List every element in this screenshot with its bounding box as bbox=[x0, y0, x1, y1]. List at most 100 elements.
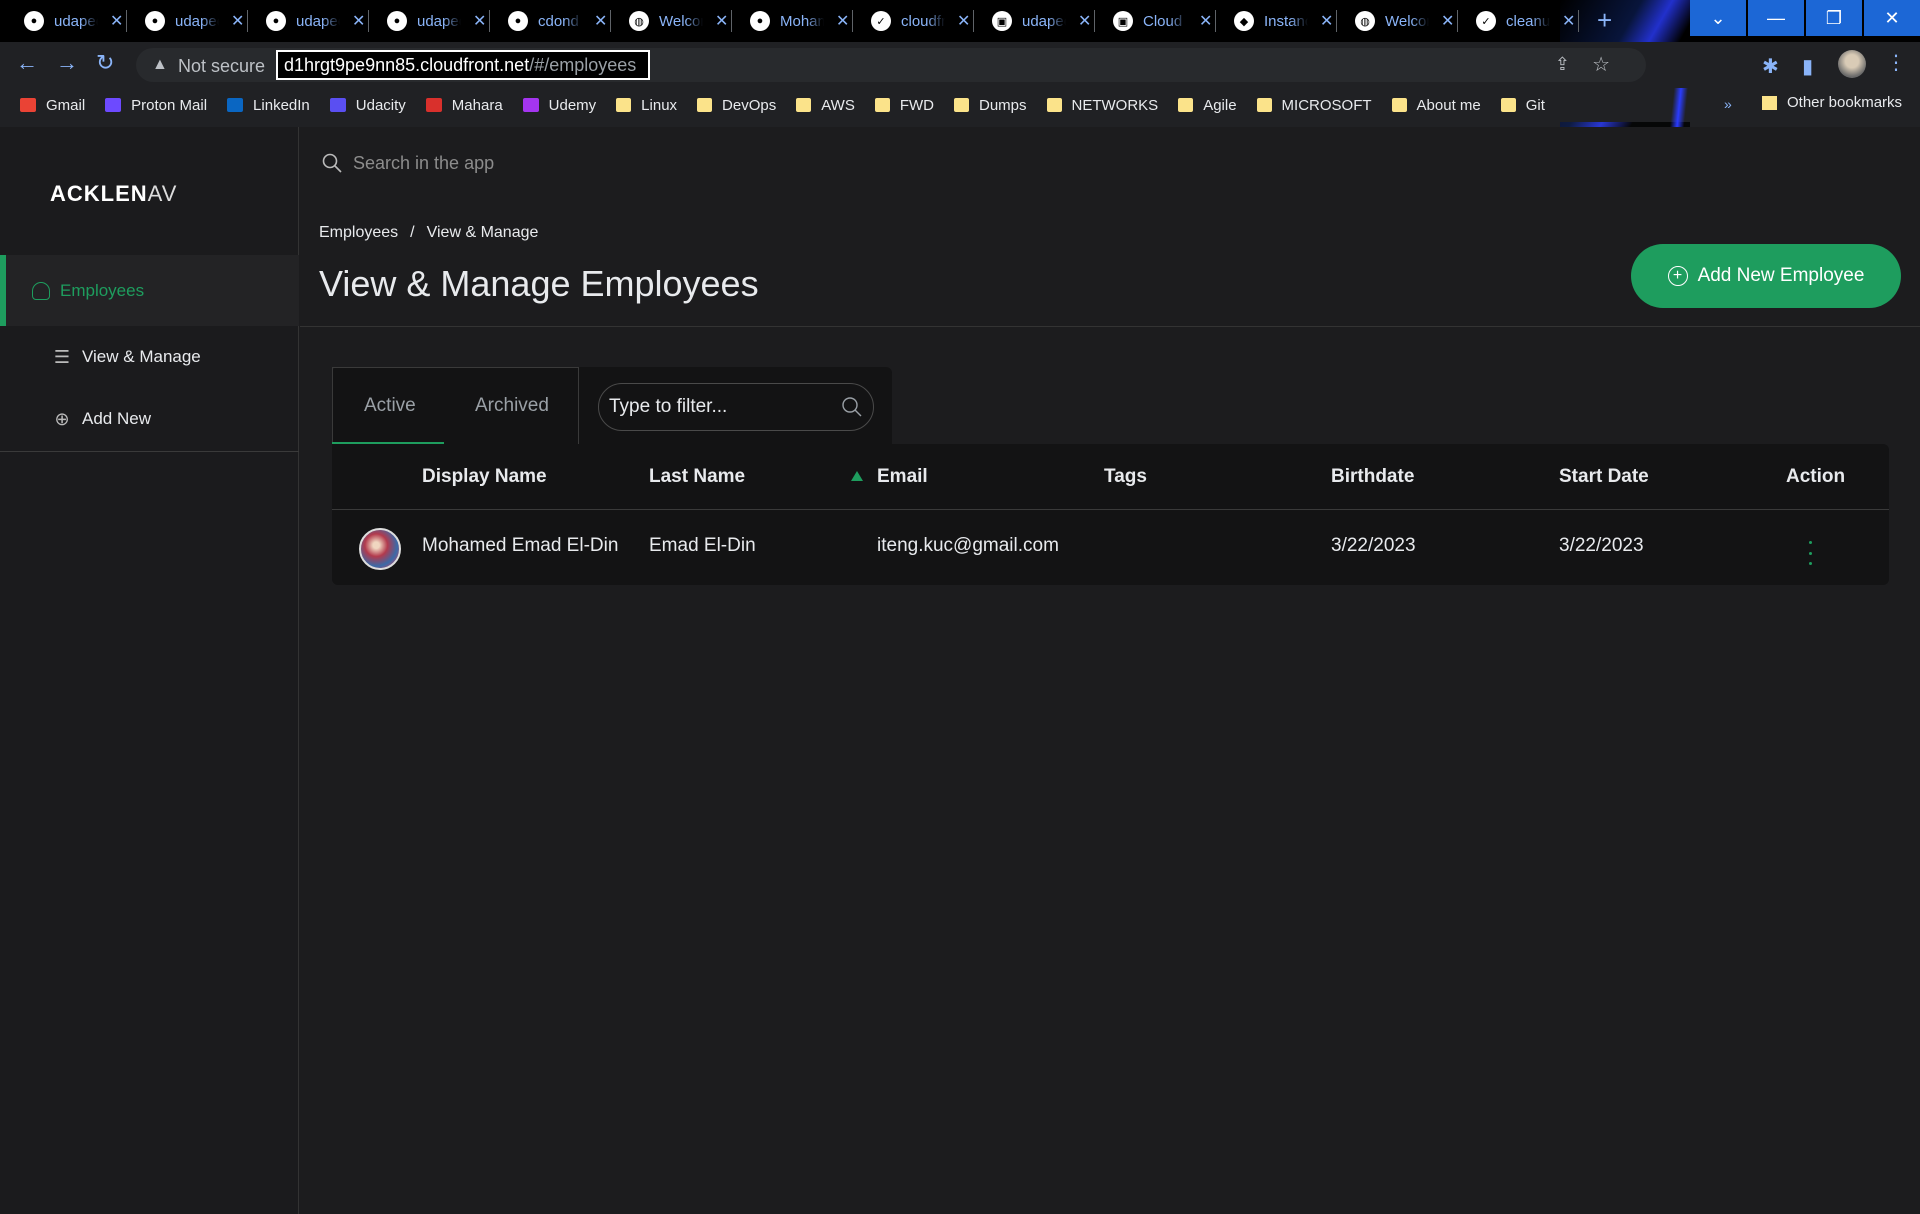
close-window-button[interactable]: ✕ bbox=[1864, 0, 1920, 36]
browser-tab[interactable]: ● Mohamed ✕ bbox=[740, 6, 854, 36]
extensions-icon[interactable]: ✱ bbox=[1762, 54, 1779, 79]
column-start-date[interactable]: Start Date bbox=[1559, 466, 1649, 488]
sidebar-item-view-manage[interactable]: ☰ View & Manage bbox=[52, 347, 201, 367]
tab-separator bbox=[1215, 10, 1217, 32]
close-tab-icon[interactable]: ✕ bbox=[1078, 11, 1091, 31]
url-host: d1hrgt9pe9nn85.cloudfront.net bbox=[284, 55, 530, 75]
new-tab-button[interactable]: + bbox=[1597, 7, 1612, 33]
close-tab-icon[interactable]: ✕ bbox=[594, 11, 607, 31]
column-email[interactable]: Email bbox=[877, 466, 928, 488]
other-bookmarks-label: Other bookmarks bbox=[1787, 94, 1903, 111]
column-birthdate[interactable]: Birthdate bbox=[1331, 466, 1414, 488]
bookmark-item[interactable]: Udemy bbox=[522, 96, 597, 114]
bookmark-item[interactable]: Udacity bbox=[329, 97, 406, 114]
sort-ascending-icon[interactable] bbox=[851, 471, 863, 481]
browser-tab[interactable]: ▣ Cloud ✕ bbox=[1103, 6, 1217, 36]
close-tab-icon[interactable]: ✕ bbox=[715, 11, 728, 31]
bookmark-item[interactable]: Agile bbox=[1178, 97, 1237, 114]
browser-tab[interactable]: ● cdond ✕ bbox=[498, 6, 612, 36]
filter-field[interactable] bbox=[598, 383, 874, 431]
profile-avatar[interactable] bbox=[1838, 50, 1866, 78]
breadcrumb-view-manage[interactable]: View & Manage bbox=[427, 224, 539, 241]
browser-tab[interactable]: ● udapeople ✕ bbox=[135, 6, 249, 36]
bookmark-label: Udemy bbox=[548, 96, 597, 114]
browser-tab[interactable]: ● udapeople ✕ bbox=[14, 6, 128, 36]
bookmark-star-icon[interactable]: ☆ bbox=[1592, 52, 1610, 77]
bookmark-item[interactable]: MICROSOFT bbox=[1256, 97, 1372, 114]
close-tab-icon[interactable]: ✕ bbox=[1199, 11, 1212, 31]
bookmark-item[interactable]: DevOps bbox=[697, 97, 776, 114]
bookmarks-bar: Gmail Proton Mail LinkedIn Udacity Mahara Ude… bbox=[0, 88, 1920, 122]
column-tags[interactable]: Tags bbox=[1104, 466, 1147, 488]
filter-input[interactable] bbox=[599, 384, 829, 430]
close-tab-icon[interactable]: ✕ bbox=[1441, 11, 1454, 31]
browser-tab[interactable]: ◍ Welcome ✕ bbox=[1345, 6, 1459, 36]
close-tab-icon[interactable]: ✕ bbox=[110, 11, 123, 31]
close-tab-icon[interactable]: ✕ bbox=[1562, 11, 1575, 31]
close-tab-icon[interactable]: ✕ bbox=[231, 11, 244, 31]
breadcrumb-employees[interactable]: Employees bbox=[319, 224, 398, 241]
top-search-bar[interactable]: Search in the app bbox=[300, 127, 1920, 197]
restore-button[interactable]: ❐ bbox=[1806, 0, 1862, 36]
bookmark-item[interactable]: About me bbox=[1391, 97, 1481, 114]
row-actions-icon[interactable] bbox=[1806, 541, 1814, 565]
app-logo[interactable]: ACKLENAV bbox=[50, 181, 177, 207]
tab-separator bbox=[126, 10, 128, 32]
sidebar-item-add-new[interactable]: ⊕ Add New bbox=[52, 409, 151, 429]
bookmark-item[interactable]: Linux bbox=[616, 97, 677, 114]
warning-icon: ▲ bbox=[152, 56, 168, 73]
column-display-name[interactable]: Display Name bbox=[422, 466, 547, 488]
bookmark-label: Mahara bbox=[451, 96, 503, 114]
close-tab-icon[interactable]: ✕ bbox=[352, 11, 365, 31]
bookmark-item[interactable]: Gmail bbox=[20, 97, 85, 114]
side-panel-icon[interactable]: ▮ bbox=[1802, 54, 1813, 79]
back-button[interactable]: ← bbox=[16, 50, 38, 76]
other-bookmarks[interactable]: Other bookmarks bbox=[1762, 94, 1902, 111]
browser-tab-label: udapeople bbox=[296, 12, 340, 30]
tab-active[interactable]: Active bbox=[364, 395, 416, 417]
bookmark-item[interactable]: Proton Mail bbox=[105, 97, 207, 114]
sidebar: ACKLENAV Employees ☰ View & Manage ⊕ Add… bbox=[0, 127, 299, 1214]
url-field[interactable]: d1hrgt9pe9nn85.cloudfront.net/#/employee… bbox=[276, 50, 650, 80]
browser-tab[interactable]: ● udapeople ✕ bbox=[377, 6, 491, 36]
browser-tab-label: Instance bbox=[1264, 12, 1308, 30]
bookmark-item[interactable]: AWS bbox=[796, 97, 855, 114]
bookmark-item[interactable]: Dumps bbox=[954, 97, 1027, 114]
browser-tab[interactable]: ◆ Instance ✕ bbox=[1224, 6, 1338, 36]
bookmark-item[interactable]: Mahara bbox=[425, 96, 503, 114]
bookmark-item[interactable]: FWD bbox=[874, 97, 934, 114]
bookmark-item[interactable]: LinkedIn bbox=[227, 97, 310, 114]
share-icon[interactable]: ⇪ bbox=[1555, 54, 1570, 75]
avatar bbox=[359, 528, 401, 570]
browser-tab[interactable]: ✓ cleanup ✕ bbox=[1466, 6, 1580, 36]
browser-tab[interactable]: ● udapeople ✕ bbox=[256, 6, 370, 36]
security-label[interactable]: Not secure bbox=[178, 56, 265, 77]
bookmark-label: Dumps bbox=[979, 96, 1027, 114]
sidebar-section-employees[interactable]: Employees bbox=[0, 255, 299, 326]
search-icon bbox=[842, 397, 862, 417]
browser-tab[interactable]: ▣ udapeople ✕ bbox=[982, 6, 1096, 36]
tab-search-button[interactable]: ⌄ bbox=[1690, 0, 1746, 36]
close-tab-icon[interactable]: ✕ bbox=[957, 11, 970, 31]
close-tab-icon[interactable]: ✕ bbox=[1320, 11, 1333, 31]
minimize-button[interactable]: — bbox=[1748, 0, 1804, 36]
tab-archived[interactable]: Archived bbox=[475, 395, 549, 417]
close-tab-icon[interactable]: ✕ bbox=[836, 11, 849, 31]
cell-start-date: 3/22/2023 bbox=[1559, 535, 1644, 556]
folder-icon bbox=[616, 98, 632, 112]
browser-tab[interactable]: ◍ Welcome ✕ bbox=[619, 6, 733, 36]
reload-button[interactable]: ↻ bbox=[96, 50, 114, 76]
omnibox[interactable]: ▲ Not secure d1hrgt9pe9nn85.cloudfront.n… bbox=[136, 48, 1646, 82]
bookmark-item[interactable]: NETWORKS bbox=[1046, 97, 1158, 114]
bookmark-label: DevOps bbox=[722, 96, 777, 114]
forward-button[interactable]: → bbox=[56, 50, 78, 76]
close-tab-icon[interactable]: ✕ bbox=[473, 11, 486, 31]
column-last-name[interactable]: Last Name bbox=[649, 466, 745, 488]
bookmark-item[interactable]: Git bbox=[1500, 97, 1545, 114]
browser-tab-label: cleanup bbox=[1506, 12, 1550, 30]
bookmarks-overflow-button[interactable]: » bbox=[1724, 96, 1732, 112]
add-new-employee-button[interactable]: + Add New Employee bbox=[1631, 244, 1901, 308]
browser-tab[interactable]: ✓ cloudfront ✕ bbox=[861, 6, 975, 36]
browser-menu-icon[interactable]: ⋮ bbox=[1886, 50, 1906, 75]
search-input[interactable]: Search in the app bbox=[353, 153, 494, 174]
